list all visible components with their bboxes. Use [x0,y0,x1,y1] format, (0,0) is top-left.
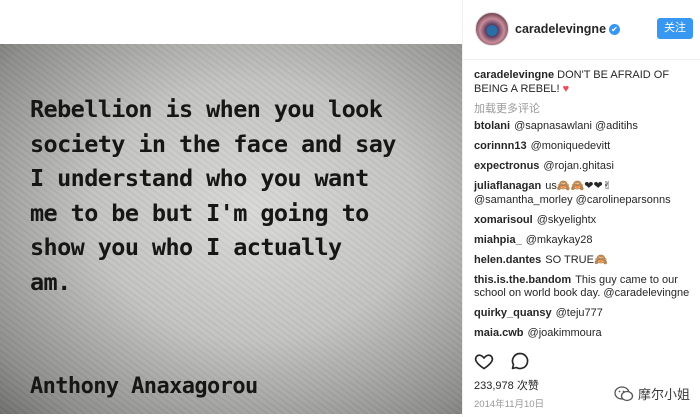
verified-badge-icon: ✔ [609,24,621,35]
caption: caradelevingne DON'T BE AFRAID OF BEING … [474,68,696,96]
comment-item: maia.cwb @joakimmoura [474,327,698,341]
header-username-row: caradelevingne ✔ [515,22,621,36]
post-date: 2014年11月10日 [474,399,545,410]
comment-item: quirky_quansy @teju777 [474,307,698,321]
comment-text: @sapnasawlani @aditihs [514,120,638,132]
comment-text: @teju777 [555,307,603,319]
comment-username[interactable]: maia.cwb [474,327,524,339]
comment-item: this.is.the.bandom This guy came to our s… [474,274,698,301]
watermark: 摩尔小姐 [614,384,690,403]
comment-text: @mkaykay28 [525,233,593,246]
watermark-text: 摩尔小姐 [637,387,690,402]
comment-item: btolani @sapnasawlani @aditihs [474,120,698,134]
post-side-panel: caradelevingne ✔ 关注 caradelevingne DON'T … [462,0,700,417]
comment-username[interactable]: helen.dantes [474,254,541,266]
wechat-logo-icon [614,386,634,402]
comment-username[interactable]: miahpia_ [474,234,522,246]
comment-username[interactable]: this.is.the.bandom [474,274,571,286]
caption-username[interactable]: caradelevingne [474,69,554,81]
heart-emoji-icon: ♥ [562,83,570,95]
comment-bubble-icon[interactable] [510,351,530,371]
comment-item: corinnn13 @moniquedevitt [474,140,698,154]
comment-text: @skyelightx [536,213,597,226]
comment-text: SO TRUE🙈 [545,253,608,266]
load-more-comments-link[interactable]: 加载更多评论 [474,100,540,116]
header-username[interactable]: caradelevingne [515,22,606,36]
heart-outline-icon[interactable] [474,351,494,371]
comment-username[interactable]: corinnn13 [474,140,527,152]
comment-username[interactable]: btolani [474,120,510,132]
comment-username[interactable]: expectronus [474,160,539,172]
comment-item: miahpia_ @mkaykay28 [474,234,698,248]
comment-item: expectronus @rojan.ghitasi [474,160,698,174]
post-header: caradelevingne ✔ 关注 [463,0,700,60]
comments-list: btolani @sapnasawlani @aditihs corinnn13 @… [474,120,698,347]
comment-item: xomarisoul @skyelightx [474,214,698,228]
comment-text: @moniquedevitt [530,140,611,152]
comment-text: @joakimmoura [527,327,602,339]
comment-item: juliaflanagan us🙈🙈❤❤✌ @samantha_morley @c… [474,180,698,207]
comment-username[interactable]: juliaflanagan [474,180,541,192]
follow-button[interactable]: 关注 [657,18,693,39]
comment-item: helen.dantes SO TRUE🙈 [474,254,698,268]
comment-username[interactable]: quirky_quansy [474,307,552,319]
post-image: Rebellion is when you look society in th… [0,44,462,414]
avatar[interactable] [475,12,509,46]
comment-username[interactable]: xomarisoul [474,214,533,226]
quote-text: Rebellion is when you look society in th… [30,95,396,296]
comment-text: @rojan.ghitasi [543,160,614,172]
quote-author: Anthony Anaxagorou [30,374,258,399]
action-bar [474,351,542,373]
like-count[interactable]: 233,978 次赞 [474,377,539,393]
